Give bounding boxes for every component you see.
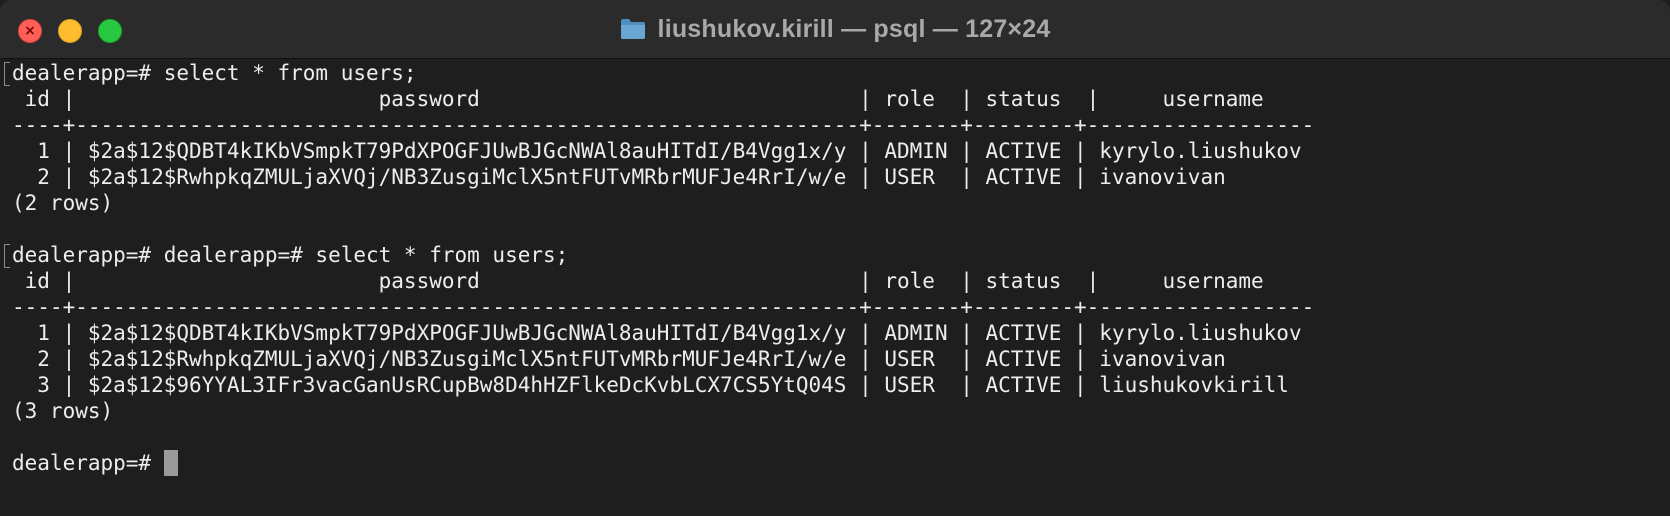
row-count: (3 rows) — [12, 399, 114, 423]
table-separator: ----+-----------------------------------… — [12, 113, 1315, 137]
window-title-area: liushukov.kirill — psql — 127×24 — [0, 0, 1670, 58]
row-count: (2 rows) — [12, 191, 114, 215]
command-mark — [4, 62, 10, 86]
command-line: dealerapp=# select * from users; — [12, 61, 417, 85]
folder-icon — [620, 18, 646, 40]
terminal-window: × liushukov.kirill — psql — 127×24 deale… — [0, 0, 1670, 516]
prompt-text: dealerapp=# — [12, 451, 164, 475]
table-row: 2 | $2a$12$RwhpkqZMULjaXVQj/NB3ZusgiMclX… — [12, 347, 1226, 371]
table-separator: ----+-----------------------------------… — [12, 295, 1315, 319]
text-cursor — [163, 450, 178, 476]
window-title: liushukov.kirill — psql — 127×24 — [657, 14, 1051, 43]
title-bar[interactable]: × liushukov.kirill — psql — 127×24 — [0, 0, 1670, 59]
table-row: 1 | $2a$12$QDBT4kIKbVSmpkT79PdXPOGFJUwBJ… — [12, 139, 1302, 163]
table-row: 2 | $2a$12$RwhpkqZMULjaXVQj/NB3ZusgiMclX… — [12, 165, 1226, 189]
table-row: 1 | $2a$12$QDBT4kIKbVSmpkT79PdXPOGFJUwBJ… — [12, 321, 1302, 345]
command-mark — [4, 244, 10, 268]
terminal-content[interactable]: dealerapp=# select * from users; id | pa… — [0, 59, 1670, 516]
command-line: dealerapp=# dealerapp=# select * from us… — [12, 243, 569, 267]
table-header: id | password | role | status | username — [12, 87, 1264, 111]
prompt-line[interactable]: dealerapp=# — [12, 449, 178, 477]
table-row: 3 | $2a$12$96YYAL3IFr3vacGanUsRCupBw8D4h… — [12, 373, 1289, 397]
table-header: id | password | role | status | username — [12, 269, 1264, 293]
